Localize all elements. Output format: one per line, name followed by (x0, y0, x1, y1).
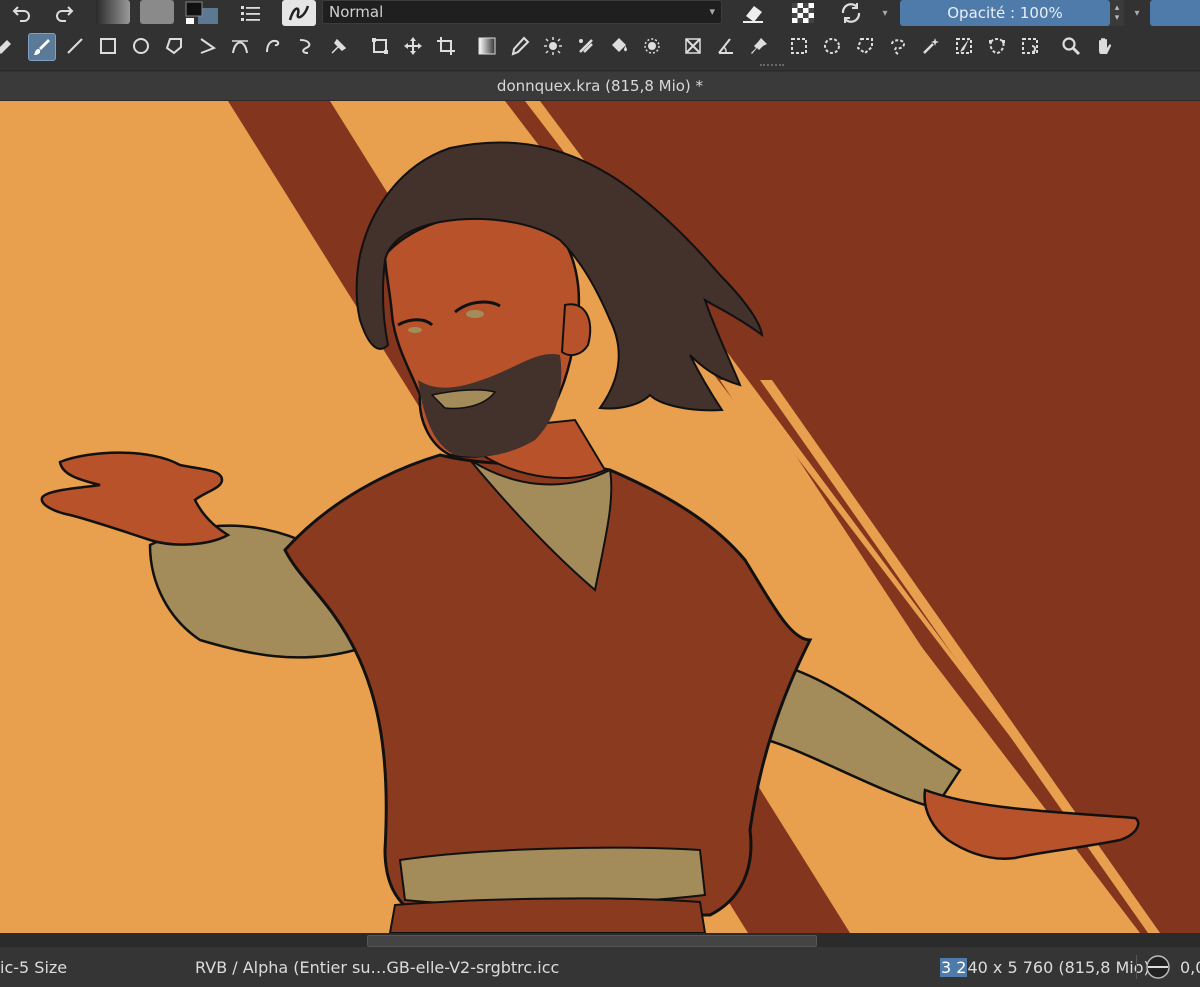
image-size-label: 40 x 5 760 (815,8 Mio) (967, 957, 1150, 977)
reference-pin-icon[interactable] (746, 33, 772, 59)
crop-frame-icon[interactable] (367, 33, 393, 59)
document-title: donnquex.kra (815,8 Mio) * (496, 77, 704, 95)
opacity-stepper[interactable]: ▴ ▾ (1110, 0, 1124, 26)
canvas[interactable] (0, 101, 1200, 933)
horizontal-scroll-thumb[interactable] (367, 935, 817, 947)
polygon-select-icon[interactable] (852, 33, 878, 59)
brush-name-label: ic-5 Size (0, 957, 68, 977)
crop-icon[interactable] (433, 33, 459, 59)
assistant-icon[interactable] (639, 33, 665, 59)
size-slider[interactable] (1150, 0, 1200, 26)
magnetic-select-icon[interactable] (1017, 33, 1043, 59)
fill-icon[interactable] (573, 33, 599, 59)
zoom-status[interactable]: 0,0 (1180, 947, 1200, 987)
opacity-label: Opacité : 100% (947, 4, 1063, 22)
color-picker-icon[interactable] (507, 33, 533, 59)
move-icon[interactable] (400, 33, 426, 59)
ellipse-select-icon[interactable] (819, 33, 845, 59)
transform-partial-icon[interactable] (0, 33, 18, 59)
top-bar: Normal ▾ ▾ Opacité : 100% ▴ ▾ ▾ (0, 0, 1200, 30)
image-size-status[interactable]: 3 2 40 x 5 760 (815,8 Mio) (940, 947, 1150, 987)
blend-mode-value: Normal (329, 3, 384, 21)
reload-menu-chevron-icon[interactable]: ▾ (878, 0, 892, 26)
document-tab[interactable]: donnquex.kra (815,8 Mio) * (0, 72, 1200, 101)
redo-icon[interactable] (50, 0, 78, 26)
brush-preset-icon[interactable] (282, 0, 316, 26)
pan-icon[interactable] (1091, 33, 1117, 59)
chevron-down-icon: ▾ (709, 5, 715, 18)
color-swatch-button[interactable] (184, 0, 220, 26)
gradient-preset-button[interactable] (96, 0, 130, 24)
color-profile-label: RVB / Alpha (Entier su…GB-elle-V2-srgbtr… (195, 957, 560, 977)
color-profile-status[interactable]: RVB / Alpha (Entier su…GB-elle-V2-srgbtr… (195, 947, 559, 987)
angle-icon[interactable] (713, 33, 739, 59)
freehand-path-icon[interactable] (260, 33, 286, 59)
brush-name-status: ic-5 Size (0, 947, 67, 987)
bezier-curve-icon[interactable] (227, 33, 253, 59)
bezier-select-icon[interactable] (984, 33, 1010, 59)
freehand-select-icon[interactable] (885, 33, 911, 59)
line-icon[interactable] (62, 33, 88, 59)
zoom-label: 0,0 (1180, 957, 1200, 977)
image-size-selected-text: 3 2 (940, 957, 968, 977)
layer-options-icon[interactable] (236, 0, 264, 26)
multibrush-icon[interactable] (326, 33, 352, 59)
transparency-lock-icon[interactable] (788, 0, 818, 26)
toolbox-separator (760, 64, 784, 68)
freehand-brush-icon[interactable] (28, 33, 56, 61)
blend-mode-dropdown[interactable]: Normal ▾ (322, 0, 722, 24)
polygon-icon[interactable] (161, 33, 187, 59)
dynamic-brush-icon[interactable] (293, 33, 319, 59)
undo-icon[interactable] (8, 0, 36, 26)
similar-select-icon[interactable] (951, 33, 977, 59)
ellipse-icon[interactable] (128, 33, 154, 59)
rectangle-icon[interactable] (95, 33, 121, 59)
measure-icon[interactable] (680, 33, 706, 59)
opacity-menu-chevron-icon[interactable]: ▾ (1130, 0, 1144, 26)
status-bar: ic-5 Size RVB / Alpha (Entier su…GB-elle… (0, 947, 1200, 987)
polyline-icon[interactable] (194, 33, 220, 59)
eraser-icon[interactable] (736, 0, 770, 26)
reload-preset-icon[interactable] (836, 0, 866, 26)
opacity-slider[interactable]: Opacité : 100% (900, 0, 1110, 26)
smart-patch-icon[interactable] (540, 33, 566, 59)
zoom-icon[interactable] (1058, 33, 1084, 59)
gradient-icon[interactable] (474, 33, 500, 59)
status-divider (1136, 955, 1137, 979)
rect-select-icon[interactable] (786, 33, 812, 59)
artwork (0, 101, 1200, 933)
rotation-icon[interactable] (1144, 947, 1172, 987)
magic-wand-icon[interactable] (918, 33, 944, 59)
colorize-mask-icon[interactable] (606, 33, 632, 59)
pattern-preset-button[interactable] (140, 0, 174, 24)
